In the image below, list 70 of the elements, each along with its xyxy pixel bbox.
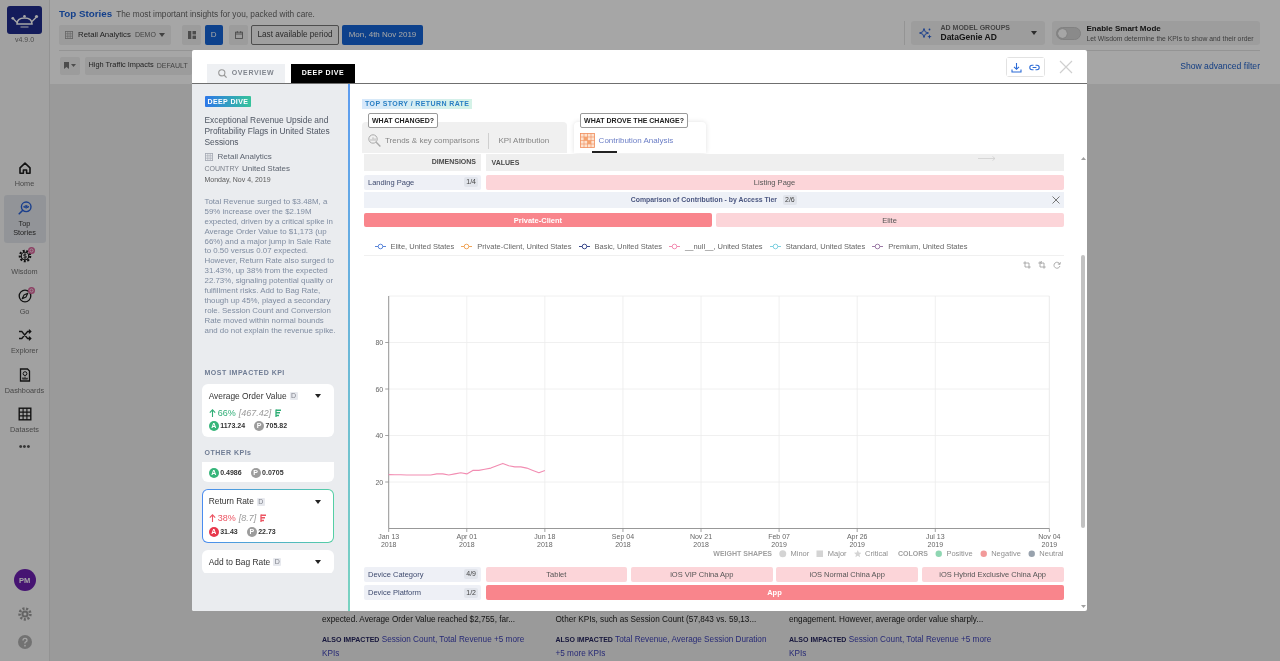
period-button[interactable]: Last available period — [251, 25, 339, 45]
columns-icon — [187, 31, 196, 39]
advanced-filter-link[interactable]: Show advanced filter — [1180, 60, 1260, 71]
table-icon — [65, 31, 73, 39]
settings-icon — [17, 607, 32, 621]
download-icon — [1010, 61, 1022, 73]
scrollbar-thumb[interactable] — [1080, 254, 1085, 528]
compass-icon — [17, 288, 32, 303]
help-icon — [17, 635, 32, 649]
home-icon — [17, 161, 32, 175]
dataset-name: Retail Analytics — [217, 151, 272, 162]
smart-mode-label: Enable Smart Mode — [1086, 23, 1162, 34]
close-icon — [1051, 196, 1060, 205]
sparkle-icon — [919, 26, 932, 40]
report-icon — [17, 367, 32, 382]
search-icon — [217, 69, 227, 78]
arrow-up-icon — [208, 408, 216, 417]
close-button[interactable] — [1051, 196, 1060, 205]
date-button[interactable]: Mon, 4th Nov 2019 — [342, 25, 423, 45]
scroll-up-icon — [1080, 157, 1086, 160]
country-value: United States — [242, 163, 290, 174]
crop-icon[interactable] — [1022, 261, 1031, 270]
circle-icon — [779, 550, 787, 558]
square-icon — [816, 550, 824, 558]
chart-search-icon — [368, 134, 381, 147]
arrow-up-icon — [208, 514, 216, 523]
layout-button[interactable] — [182, 25, 201, 45]
story-title: Exceptional Revenue Upside and Profitability Flags in United States Sessions — [204, 115, 331, 148]
kpi-name: Average Order Value — [208, 390, 287, 402]
granularity-button[interactable]: D — [205, 25, 223, 45]
logo-icon — [7, 6, 42, 34]
caret-icon — [70, 64, 76, 68]
scroll-down-icon — [1080, 605, 1086, 608]
bookmark-button[interactable] — [60, 56, 80, 75]
page-subtitle: The most important insights for you, packed with care. — [116, 8, 315, 20]
analysis-tab[interactable]: Trends & key comparisons — [368, 132, 480, 149]
shuffle-icon — [17, 328, 32, 342]
table-icon — [17, 407, 32, 421]
caret-icon — [159, 33, 165, 37]
crop-icon[interactable] — [1037, 261, 1046, 270]
star-icon — [853, 550, 862, 558]
analysis-tab[interactable]: KPI Attribution — [498, 132, 550, 149]
analysis-tab[interactable]: Contribution Analysis — [580, 132, 674, 149]
smart-mode-switch[interactable] — [1056, 26, 1081, 40]
kpi-change: 66% — [217, 406, 236, 419]
story-excerpt: Other KPIs, such as Session Count (57,843 vs. 59,13... — [555, 614, 758, 626]
kpi-name: Add to Bag Rate — [208, 556, 271, 568]
page-title: Top Stories — [59, 8, 113, 20]
kpi-name: Return Rate — [208, 496, 254, 508]
caret-icon — [315, 560, 321, 565]
caret-icon — [315, 394, 321, 399]
caret-icon — [315, 499, 321, 504]
gear-dollar-icon — [17, 249, 32, 263]
story-excerpt: expected. Average Order Value reached $2,755, far... — [322, 614, 517, 626]
calendar-icon — [234, 31, 243, 39]
close-icon — [1059, 60, 1073, 74]
story-excerpt: engagement. However, average order value sharply... — [789, 614, 985, 626]
kpi-delta: [8.7] — [238, 512, 257, 525]
caret-icon — [1031, 31, 1037, 35]
kpi-delta: [467.42] — [238, 406, 272, 419]
bars-icon — [260, 514, 267, 523]
table-icon — [204, 152, 213, 161]
grid-icon — [580, 133, 596, 148]
arrow-right-icon — [977, 155, 996, 161]
kpi-change: 38% — [217, 512, 236, 525]
calendar-button[interactable] — [229, 25, 248, 45]
bars-icon — [275, 408, 282, 417]
refresh-icon[interactable] — [1052, 261, 1061, 270]
eye-search-icon — [17, 200, 32, 215]
more-menu[interactable]: ••• — [18, 441, 31, 450]
